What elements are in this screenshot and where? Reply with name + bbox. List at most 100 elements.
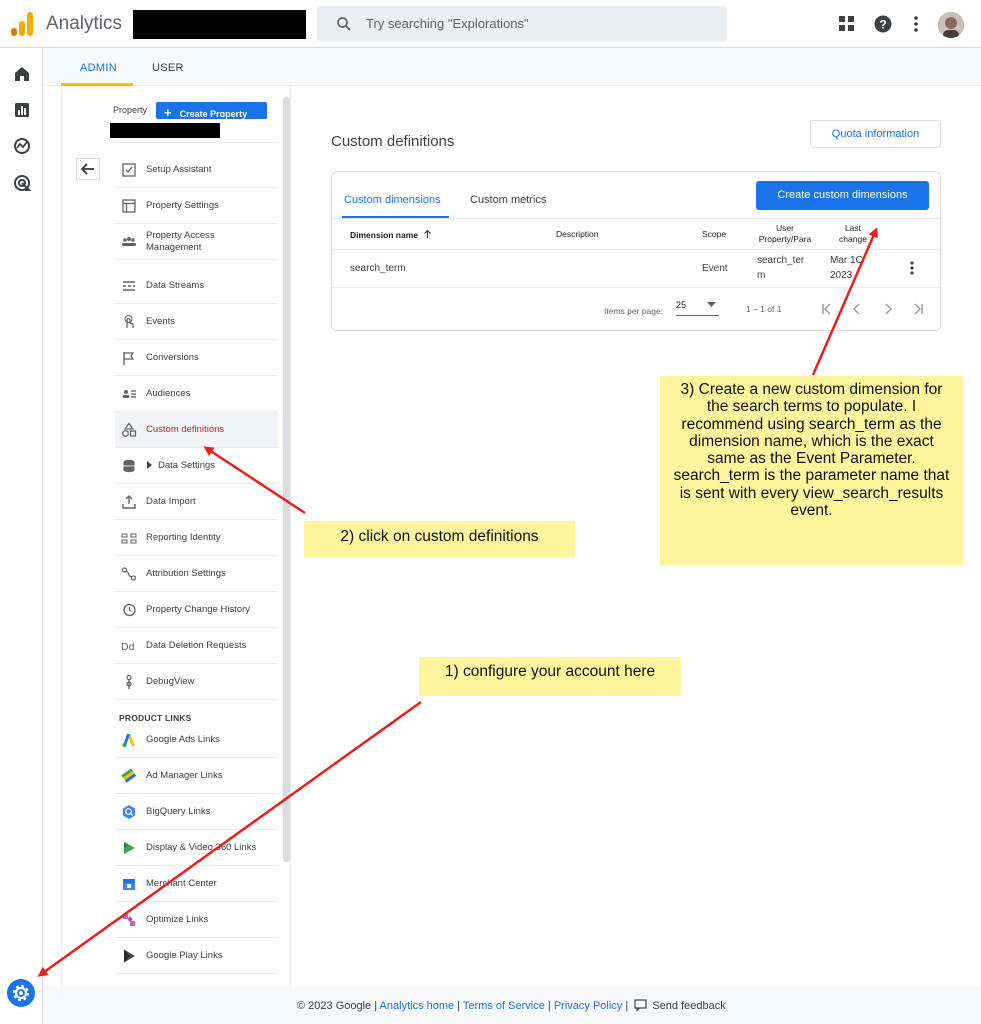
sidebar-item-label: Attribution Settings	[146, 568, 226, 579]
footer-copyright: © 2023 Google	[297, 1000, 372, 1012]
footer-send-feedback-link[interactable]: Send feedback	[652, 1000, 725, 1012]
tab-custom-dimensions[interactable]: Custom dimensions	[344, 194, 441, 206]
footer-terms-link[interactable]: Terms of Service	[463, 1000, 545, 1012]
optimize-icon	[123, 914, 135, 926]
database-icon	[123, 459, 135, 473]
apps-grid-icon[interactable]	[837, 14, 857, 34]
sidebar-item-property-settings[interactable]: Property Settings	[115, 188, 278, 224]
annotation-note-1: 1) configure your account here	[419, 657, 681, 696]
product-link-google-play-links[interactable]: Google Play Links	[115, 938, 278, 974]
sidebar-item-data-settings[interactable]: Data Settings	[115, 448, 278, 484]
first-page-icon[interactable]	[820, 302, 834, 316]
product-link-google-ads-links[interactable]: Google Ads Links	[115, 722, 278, 758]
pager-range: 1 – 1 of 1	[746, 304, 782, 314]
analytics-logo-icon[interactable]	[10, 12, 34, 36]
product-link-bigquery-links[interactable]: BigQuery Links	[115, 794, 278, 830]
property-label: Property	[113, 105, 148, 115]
help-icon[interactable]: ?	[873, 14, 893, 34]
touch-icon	[124, 315, 134, 328]
plus-icon: +	[164, 105, 172, 120]
items-per-page-label: Items per page:	[604, 306, 664, 316]
sidebar-item-data-deletion-requests[interactable]: Dd Data Deletion Requests	[115, 628, 278, 664]
debug-icon	[126, 674, 132, 689]
sidebar-item-label: Data Import	[146, 496, 196, 507]
user-avatar[interactable]	[938, 12, 964, 38]
arrow-up-icon	[424, 229, 432, 238]
svg-text:Dd: Dd	[121, 641, 135, 653]
sidebar-scrollbar[interactable]	[283, 97, 290, 862]
tab-custom-metrics[interactable]: Custom metrics	[470, 194, 546, 206]
tab-user[interactable]: USER	[152, 62, 184, 74]
reports-icon[interactable]	[12, 100, 32, 120]
sidebar-item-data-import[interactable]: Data Import	[115, 484, 278, 520]
sidebar-item-events[interactable]: Events	[115, 304, 278, 340]
product-link-merchant-center[interactable]: Merchant Center	[115, 866, 278, 902]
create-property-button[interactable]: + Create Property	[156, 102, 267, 120]
sidebar-item-reporting-identity[interactable]: Reporting Identity	[115, 520, 278, 556]
expand-caret-icon[interactable]	[147, 461, 152, 469]
items-per-page-value: 25	[676, 300, 687, 310]
column-header-last-changed[interactable]: Last change	[828, 223, 878, 245]
column-header-dimension-name[interactable]: Dimension name	[350, 229, 432, 241]
sidebar-item-audiences[interactable]: Audiences	[115, 376, 278, 412]
create-custom-dimensions-button[interactable]: Create custom dimensions	[756, 181, 929, 210]
sidebar-item-debugview[interactable]: DebugView	[115, 664, 278, 700]
app-title: Analytics	[46, 13, 123, 34]
arrow-back-icon	[80, 163, 94, 175]
product-link-display-video-360-links[interactable]: Display & Video 360 Links	[115, 830, 278, 866]
sidebar-item-label: Display & Video 360 Links	[146, 842, 257, 853]
upload-icon	[122, 495, 136, 509]
sidebar-item-label: DebugView	[146, 676, 195, 687]
last-page-icon[interactable]	[911, 302, 925, 316]
search-bar[interactable]: Try searching "Explorations"	[317, 6, 727, 42]
sidebar-item-property-access-management[interactable]: Property Access Management	[115, 224, 278, 260]
next-page-icon[interactable]	[881, 302, 895, 316]
product-link-optimize-links[interactable]: Optimize Links	[115, 902, 278, 938]
explore-icon[interactable]	[12, 136, 32, 156]
sidebar-item-property-change-history[interactable]: Property Change History	[115, 592, 278, 628]
divider	[332, 249, 940, 250]
sidebar-item-label: BigQuery Links	[146, 806, 211, 817]
ad-manager-icon	[121, 768, 137, 783]
footer-analytics-home-link[interactable]: Analytics home	[380, 1000, 455, 1012]
left-rail	[0, 48, 43, 1024]
column-header-user-property[interactable]: User Property/Para	[757, 223, 813, 245]
sidebar-item-label: Data Settings	[158, 460, 216, 471]
items-per-page-select[interactable]: 25	[676, 298, 719, 316]
sidebar-item-attribution-settings[interactable]: Attribution Settings	[115, 556, 278, 592]
cell-dimension-name: search_term	[350, 263, 406, 274]
admin-gear-icon[interactable]	[7, 979, 35, 1007]
dropdown-arrow-icon	[707, 302, 716, 307]
quota-information-button[interactable]: Quota information	[810, 120, 941, 148]
custom-definitions-card: Custom dimensions Custom metrics Create …	[331, 171, 941, 331]
column-header-description[interactable]: Description	[556, 229, 599, 240]
row-more-icon[interactable]	[906, 260, 918, 276]
sidebar-item-data-streams[interactable]: Data Streams	[115, 268, 278, 304]
product-link-ad-manager-links[interactable]: Ad Manager Links	[115, 758, 278, 794]
sidebar-item-custom-definitions[interactable]: Custom definitions	[115, 412, 278, 448]
divider	[332, 287, 940, 288]
divider	[115, 142, 278, 143]
prev-page-icon[interactable]	[850, 302, 864, 316]
more-vert-icon[interactable]	[906, 14, 926, 34]
redacted-account-selector[interactable]	[133, 10, 306, 39]
sidebar-item-label: Property Settings	[146, 200, 219, 211]
feedback-icon	[634, 999, 647, 1012]
home-icon[interactable]	[12, 64, 32, 84]
sidebar-item-setup-assistant[interactable]: Setup Assistant	[115, 152, 278, 188]
sidebar-item-label: Ad Manager Links	[146, 770, 223, 781]
svg-text:?: ?	[879, 18, 886, 32]
sidebar-item-label: Audiences	[146, 388, 191, 399]
sidebar-item-label: Reporting Identity	[146, 532, 221, 543]
audience-icon	[122, 390, 136, 398]
column-header-scope[interactable]: Scope	[702, 229, 726, 240]
back-button[interactable]	[76, 158, 100, 180]
advertising-icon[interactable]	[12, 173, 32, 193]
redacted-property-selector[interactable]	[110, 123, 220, 138]
sidebar-item-conversions[interactable]: Conversions	[115, 340, 278, 376]
footer-privacy-link[interactable]: Privacy Policy	[554, 1000, 622, 1012]
sidebar-item-label: Property Access Management	[146, 230, 215, 253]
search-icon	[337, 17, 351, 31]
tab-admin[interactable]: ADMIN	[80, 62, 117, 74]
create-property-label: Create Property	[179, 109, 248, 119]
